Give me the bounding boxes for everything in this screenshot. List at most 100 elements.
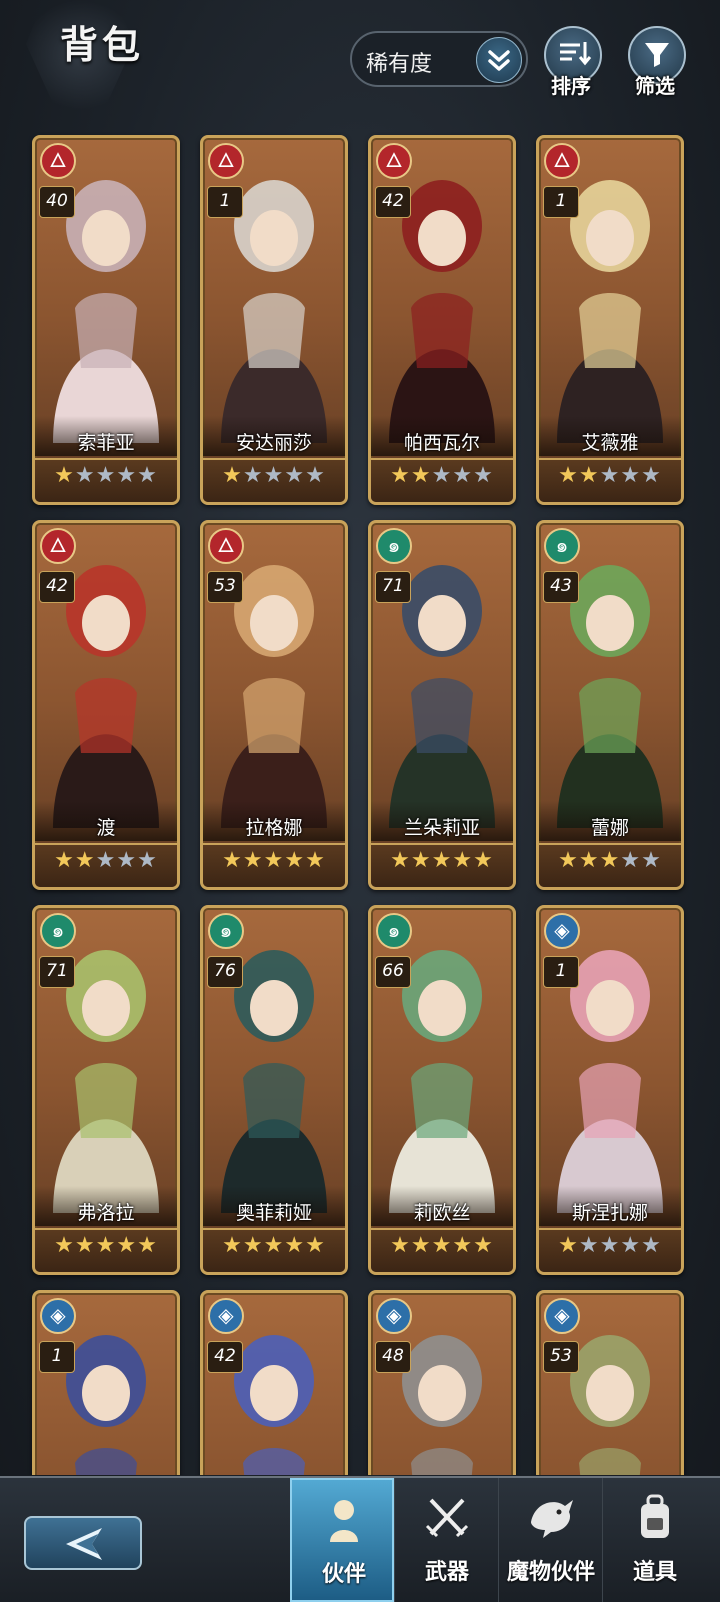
- wind-element-icon: ๑: [208, 913, 244, 949]
- companion-card[interactable]: 🜂 42 渡 ★★★★★: [32, 520, 180, 890]
- character-name: 艾薇雅: [581, 432, 639, 454]
- level-badge: 1: [543, 956, 579, 988]
- companion-card[interactable]: ◈ 1 斯涅扎娜 ★★★★★: [536, 905, 684, 1275]
- level-badge: 42: [207, 1341, 243, 1373]
- character-name: 索菲亚: [77, 432, 135, 454]
- gold-star-icon: ★: [410, 848, 432, 873]
- character-name: 拉格娜: [245, 817, 303, 839]
- companion-card[interactable]: ◈ 48: [368, 1290, 516, 1475]
- companion-card[interactable]: ◈ 53: [536, 1290, 684, 1475]
- water-element-icon: ◈: [40, 1298, 76, 1334]
- tab-companions[interactable]: 伙伴: [290, 1478, 394, 1602]
- back-button[interactable]: [24, 1516, 142, 1570]
- gold-star-icon: ★: [305, 848, 326, 873]
- character-name: 莉欧丝: [413, 1202, 471, 1224]
- fire-element-icon: 🜂: [376, 143, 412, 179]
- fire-element-icon: 🜂: [208, 143, 244, 179]
- silver-star-icon: ★: [620, 1233, 642, 1258]
- gold-star-icon: ★: [116, 1233, 138, 1258]
- water-element-icon: ◈: [544, 1298, 580, 1334]
- gold-star-icon: ★: [284, 848, 306, 873]
- companion-card[interactable]: 🜂 53 拉格娜 ★★★★★: [200, 520, 348, 890]
- gold-star-icon: ★: [263, 1233, 285, 1258]
- companion-card[interactable]: 🜂 1 安达丽莎 ★★★★★: [200, 135, 348, 505]
- water-element-icon: ◈: [208, 1298, 244, 1334]
- gold-star-icon: ★: [452, 1233, 474, 1258]
- silver-star-icon: ★: [74, 463, 96, 488]
- companion-card[interactable]: ◈ 1: [32, 1290, 180, 1475]
- level-badge: 71: [39, 956, 75, 988]
- back-arrow-icon: [62, 1522, 110, 1575]
- tab-label: 魔物伙伴: [506, 1560, 595, 1585]
- silver-star-icon: ★: [599, 463, 621, 488]
- gold-star-icon: ★: [54, 1233, 75, 1258]
- companion-card[interactable]: ๑ 71 弗洛拉 ★★★★★: [32, 905, 180, 1275]
- character-portrait: [371, 138, 513, 443]
- character-name: 兰朵莉亚: [403, 817, 480, 839]
- gold-star-icon: ★: [54, 463, 75, 488]
- filter-label: 筛选: [635, 74, 675, 98]
- sort-by-dropdown[interactable]: 稀有度: [350, 31, 528, 87]
- gold-star-icon: ★: [222, 1233, 243, 1258]
- level-badge: 42: [39, 571, 75, 603]
- companion-card[interactable]: ๑ 71 兰朵莉亚 ★★★★★: [368, 520, 516, 890]
- level-badge: 53: [543, 1341, 579, 1373]
- level-badge: 48: [375, 1341, 411, 1373]
- star-rating: ★★★★★: [203, 1228, 345, 1272]
- star-rating: ★★★★★: [203, 458, 345, 502]
- gold-star-icon: ★: [390, 1233, 411, 1258]
- sort-button[interactable]: 排序: [538, 26, 604, 102]
- double-chevron-down-icon: [476, 37, 522, 83]
- companion-card[interactable]: 🜂 40 索菲亚 ★★★★★: [32, 135, 180, 505]
- gold-star-icon: ★: [473, 1233, 494, 1258]
- star-rating: ★★★★★: [35, 1228, 177, 1272]
- star-rating: ★★★★★: [539, 843, 681, 887]
- gold-star-icon: ★: [263, 848, 285, 873]
- gold-star-icon: ★: [95, 1233, 117, 1258]
- star-rating: ★★★★★: [35, 843, 177, 887]
- silver-star-icon: ★: [284, 463, 306, 488]
- star-rating: ★★★★★: [203, 843, 345, 887]
- tab-label: 道具: [632, 1560, 677, 1585]
- tab-monster-companions[interactable]: 魔物伙伴: [498, 1478, 603, 1602]
- tab-label: 武器: [424, 1560, 469, 1585]
- silver-star-icon: ★: [620, 463, 642, 488]
- gold-star-icon: ★: [137, 1233, 158, 1258]
- sort-label: 排序: [551, 74, 591, 98]
- water-element-icon: ◈: [544, 913, 580, 949]
- companion-card[interactable]: ๑ 76 奥菲莉娅 ★★★★★: [200, 905, 348, 1275]
- wind-element-icon: ๑: [40, 913, 76, 949]
- companion-card[interactable]: 🜂 1 艾薇雅 ★★★★★: [536, 135, 684, 505]
- gold-star-icon: ★: [558, 1233, 579, 1258]
- gold-star-icon: ★: [74, 848, 96, 873]
- star-rating: ★★★★★: [35, 458, 177, 502]
- filter-button[interactable]: 筛选: [622, 26, 688, 102]
- silver-star-icon: ★: [137, 848, 158, 873]
- silver-star-icon: ★: [578, 1233, 600, 1258]
- companion-card[interactable]: 🜂 42 帕西瓦尔 ★★★★★: [368, 135, 516, 505]
- companion-card[interactable]: ๑ 66 莉欧丝 ★★★★★: [368, 905, 516, 1275]
- fire-element-icon: 🜂: [208, 528, 244, 564]
- silver-star-icon: ★: [137, 463, 158, 488]
- character-portrait: [371, 908, 513, 1213]
- gold-star-icon: ★: [578, 463, 600, 488]
- gold-star-icon: ★: [284, 1233, 306, 1258]
- silver-star-icon: ★: [305, 463, 326, 488]
- companion-card[interactable]: ◈ 42: [200, 1290, 348, 1475]
- gold-star-icon: ★: [473, 848, 494, 873]
- tab-weapons[interactable]: 武器: [394, 1478, 499, 1602]
- bottom-nav: 伙伴 武器 魔物伙伴 道具: [0, 1476, 720, 1602]
- silver-star-icon: ★: [263, 463, 285, 488]
- character-portrait: [539, 908, 681, 1213]
- companion-card[interactable]: ๑ 43 蕾娜 ★★★★★: [536, 520, 684, 890]
- gold-star-icon: ★: [558, 848, 579, 873]
- level-badge: 66: [375, 956, 411, 988]
- level-badge: 1: [543, 186, 579, 218]
- silver-star-icon: ★: [641, 848, 662, 873]
- silver-star-icon: ★: [473, 463, 494, 488]
- level-badge: 71: [375, 571, 411, 603]
- water-element-icon: ◈: [376, 1298, 412, 1334]
- tab-items[interactable]: 道具: [602, 1478, 707, 1602]
- gold-star-icon: ★: [54, 848, 75, 873]
- silver-star-icon: ★: [620, 848, 642, 873]
